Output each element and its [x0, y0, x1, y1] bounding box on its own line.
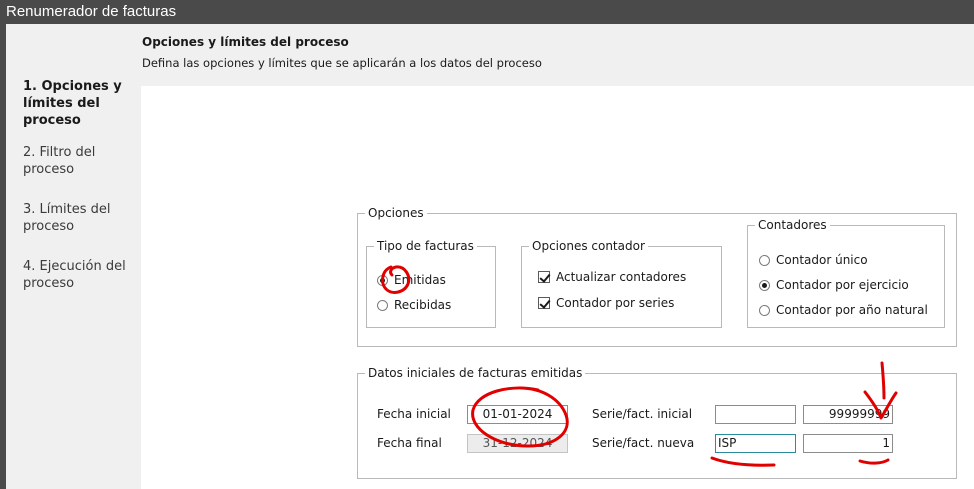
radio-recibidas[interactable]: Recibidas — [377, 298, 451, 312]
options-legend: Opciones — [365, 205, 427, 221]
fecha-final-label: Fecha final — [377, 436, 442, 450]
radio-contador-unico-label: Contador único — [776, 253, 868, 267]
counter-options-legend: Opciones contador — [529, 238, 648, 254]
initial-data-group: Datos iniciales de facturas emitidas Fec… — [357, 365, 957, 479]
serie-nueva-input[interactable]: ISP — [715, 434, 796, 453]
radio-contador-anio-label: Contador por año natural — [776, 303, 928, 317]
options-group: Opciones Tipo de facturas Emitidas Recib… — [357, 205, 957, 347]
fact-nueva-input[interactable]: 1 — [803, 434, 893, 453]
radio-contador-unico-indicator[interactable] — [759, 254, 770, 266]
page-title: Opciones y límites del proceso — [142, 35, 349, 49]
radio-contador-ejercicio-indicator[interactable] — [759, 279, 770, 291]
initial-data-legend: Datos iniciales de facturas emitidas — [365, 365, 586, 381]
step-opciones[interactable]: 1. Opciones y límites del proceso — [23, 78, 133, 129]
check-por-series[interactable]: Contador por series — [538, 296, 674, 310]
radio-contador-anio-indicator[interactable] — [759, 304, 770, 316]
serie-nueva-label: Serie/fact. nueva — [592, 436, 695, 450]
counter-options-group: Opciones contador Actualizar contadores … — [521, 238, 722, 328]
step-limites[interactable]: 3. Límites del proceso — [23, 201, 133, 235]
check-actualizar-box[interactable] — [538, 271, 550, 283]
radio-contador-ejercicio[interactable]: Contador por ejercicio — [759, 278, 909, 292]
check-actualizar-label: Actualizar contadores — [556, 270, 687, 284]
step-ejecucion[interactable]: 4. Ejecución del proceso — [23, 258, 133, 292]
counters-group: Contadores Contador único Contador por e… — [747, 217, 945, 328]
invoice-type-legend: Tipo de facturas — [374, 238, 477, 254]
invoice-type-group: Tipo de facturas Emitidas Recibidas — [366, 238, 496, 328]
check-actualizar[interactable]: Actualizar contadores — [538, 270, 686, 284]
fecha-final-input[interactable]: 31-12-2024 — [467, 434, 568, 453]
radio-contador-unico[interactable]: Contador único — [759, 253, 868, 267]
check-por-series-label: Contador por series — [556, 296, 675, 310]
window-title: Renumerador de facturas — [0, 0, 974, 24]
check-por-series-box[interactable] — [538, 297, 550, 309]
counters-legend: Contadores — [755, 217, 830, 233]
radio-emitidas-label: Emitidas — [394, 273, 446, 287]
wizard-steps: 1. Opciones y límites del proceso 2. Fil… — [6, 79, 141, 489]
radio-recibidas-indicator[interactable] — [377, 299, 388, 311]
wizard-header: Opciones y límites del proceso Defina la… — [6, 24, 974, 86]
content-panel: Opciones Tipo de facturas Emitidas Recib… — [141, 86, 974, 489]
radio-contador-anio[interactable]: Contador por año natural — [759, 303, 928, 317]
fact-inicial-input[interactable]: 99999999 — [803, 405, 893, 424]
radio-emitidas-indicator[interactable] — [377, 274, 388, 286]
radio-recibidas-label: Recibidas — [394, 298, 452, 312]
serie-inicial-label: Serie/fact. inicial — [592, 407, 693, 421]
radio-contador-ejercicio-label: Contador por ejercicio — [776, 278, 909, 292]
serie-inicial-input[interactable] — [715, 405, 796, 424]
fecha-inicial-label: Fecha inicial — [377, 407, 451, 421]
step-filtro[interactable]: 2. Filtro del proceso — [23, 144, 133, 178]
fecha-inicial-input[interactable]: 01-01-2024 — [467, 405, 568, 424]
radio-emitidas[interactable]: Emitidas — [377, 273, 446, 287]
page-description: Defina las opciones y límites que se apl… — [142, 56, 542, 70]
